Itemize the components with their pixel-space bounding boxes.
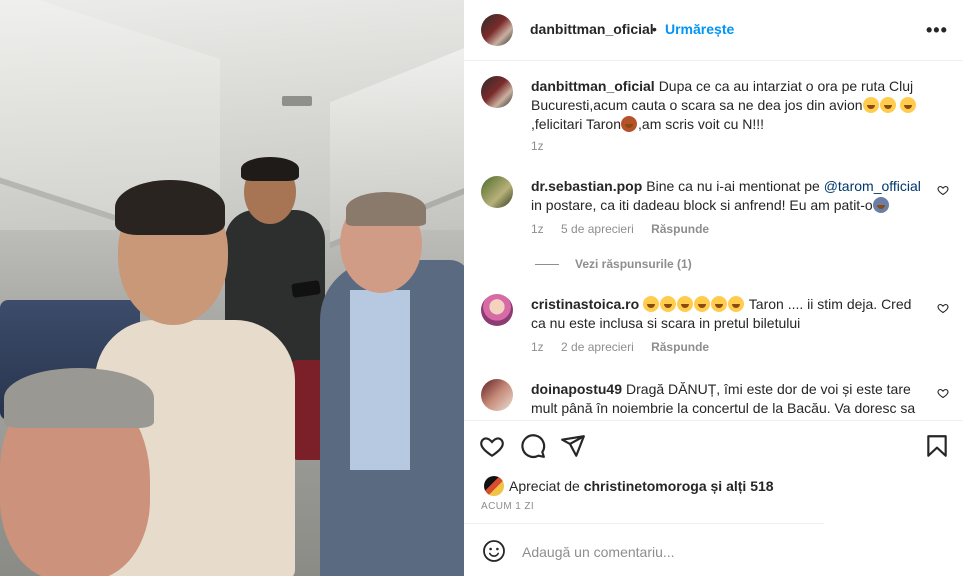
post-panel: danbittman_oficial • Urmărește ••• danbi… [464,0,963,576]
caption-text-part: ,felicitari Taron [531,116,622,132]
comment-text: cristinastoica.ro Taron .... ii stim dej… [531,295,921,333]
caption-time[interactable]: 1z [531,139,544,153]
laughing-emoji-icon [879,97,896,113]
likes-prefix: Apreciat de [509,478,580,494]
commenter-avatar[interactable] [481,294,513,326]
comment-meta: 1z 2 de aprecieri Răspunde [531,340,723,354]
caption-meta: 1z [531,139,558,153]
replies-line [535,264,559,266]
post-time[interactable]: ACUM 1 ZI [481,501,534,512]
person-emoji-icon [872,197,889,213]
laughing-emoji-icon [677,296,694,312]
young-man-hair [115,180,225,235]
laughing-emoji-icon [728,296,745,312]
author-avatar[interactable] [481,14,513,46]
commenter-username[interactable]: cristinastoica.ro [531,296,639,312]
liker-avatar[interactable] [484,476,504,496]
caption-text: danbittman_oficial Dupa ce ca au intarzia… [531,77,921,134]
laughing-emoji-icon [711,296,728,312]
selfie-hair [4,368,154,428]
view-replies-button[interactable]: Vezi răspunsurile (1) [535,257,692,271]
comment-time[interactable]: 1z [531,222,544,236]
reply-button[interactable]: Răspunde [651,340,709,354]
drumstick-emoji-icon [621,116,638,132]
commenter-username[interactable]: dr.sebastian.pop [531,178,642,194]
smile-icon[interactable] [482,539,506,563]
more-options-icon[interactable]: ••• [926,20,948,41]
add-comment-input[interactable] [520,540,904,564]
comment-text-part: Bine ca nu i-ai mentionat pe [646,178,820,194]
man-in-suit-hair [346,192,426,226]
air-vent [282,96,312,106]
comment-time[interactable]: 1z [531,340,544,354]
comment-like-heart-icon[interactable] [937,387,949,399]
liker-username[interactable]: christinetomoroga [584,478,707,494]
commenter-username[interactable]: doinapostu49 [531,381,622,397]
comments-list[interactable]: danbittman_oficial Dupa ce ca au intarzia… [464,61,963,419]
comment-meta: 1z 5 de aprecieri Răspunde [531,222,723,236]
laughing-emoji-icon [660,296,677,312]
view-replies-label[interactable]: Vezi răspunsurile (1) [575,257,692,271]
comment-like-heart-icon[interactable] [937,184,949,196]
comment-likes[interactable]: 5 de aprecieri [561,222,634,236]
mention-link[interactable]: @tarom_official [824,178,921,194]
laughing-emoji-icon [643,296,660,312]
caption-avatar[interactable] [481,76,513,108]
comment-icon[interactable] [520,433,546,459]
commenter-avatar[interactable] [481,379,513,411]
heart-icon[interactable] [479,433,505,459]
likes-summary[interactable]: Apreciat de christinetomoroga și alți 51… [509,478,774,494]
comment-text: doinapostu49 Dragă DĂNUȚ, îmi este dor de… [531,380,921,418]
add-comment-bar [464,524,963,576]
comment-text-part: in postare, ca iti dadeau block si anfre… [531,197,873,213]
laughing-emoji-icon [862,97,879,113]
caption-username[interactable]: danbittman_oficial [531,78,655,94]
comment-likes[interactable]: 2 de aprecieri [561,340,634,354]
separator-dot: • [652,21,657,37]
post-header: danbittman_oficial • Urmărește ••• [464,0,963,61]
comment-like-heart-icon[interactable] [937,302,949,314]
share-icon[interactable] [560,433,586,459]
laughing-emoji-icon [694,296,711,312]
commenter-avatar[interactable] [481,176,513,208]
follow-button[interactable]: Urmărește [665,21,734,37]
action-bar [464,420,963,481]
post-photo[interactable] [0,0,464,576]
likes-others[interactable]: și alți 518 [711,478,774,494]
laughing-emoji-icon [900,97,917,113]
comment-text: dr.sebastian.pop Bine ca nu i-ai mentiona… [531,177,921,215]
man-in-suit-shirt [350,290,410,470]
bookmark-icon[interactable] [924,433,950,459]
reply-button[interactable]: Răspunde [651,222,709,236]
passenger-hair [241,157,299,181]
author-username[interactable]: danbittman_oficial [530,21,654,37]
caption-text-part: ,am scris voit cu N!!! [638,116,765,132]
